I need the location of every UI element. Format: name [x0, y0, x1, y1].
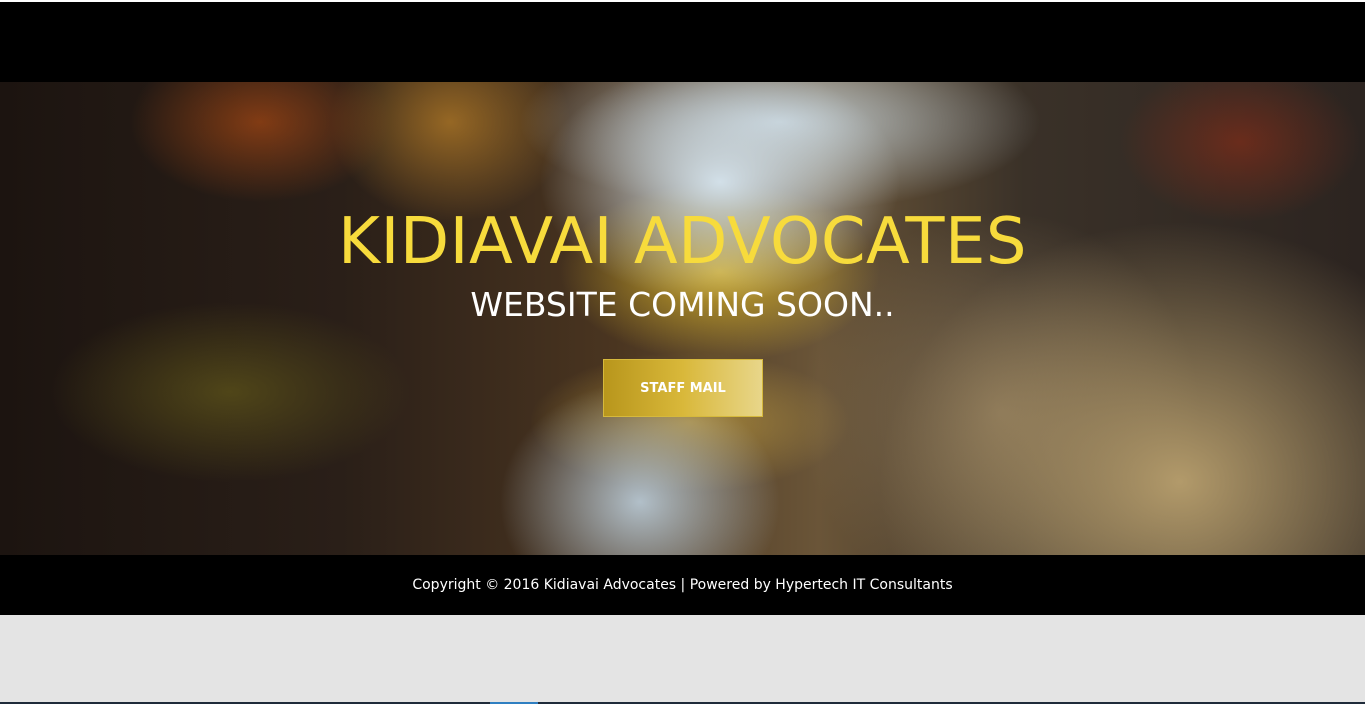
top-bar: [0, 0, 1365, 82]
footer: Copyright © 2016 Kidiavai Advocates | Po…: [0, 555, 1365, 615]
page-bottom-area: [0, 615, 1365, 704]
coming-soon-subtitle: WEBSITE COMING SOON..: [470, 285, 895, 324]
site-title: KIDIAVAI ADVOCATES: [338, 205, 1027, 279]
page: KIDIAVAI ADVOCATES WEBSITE COMING SOON..…: [0, 0, 1365, 704]
copyright-text: Copyright © 2016 Kidiavai Advocates | Po…: [412, 577, 953, 593]
staff-mail-button[interactable]: STAFF MAIL: [603, 359, 763, 417]
hero-content: KIDIAVAI ADVOCATES WEBSITE COMING SOON..…: [0, 82, 1365, 555]
hero-section: KIDIAVAI ADVOCATES WEBSITE COMING SOON..…: [0, 82, 1365, 555]
